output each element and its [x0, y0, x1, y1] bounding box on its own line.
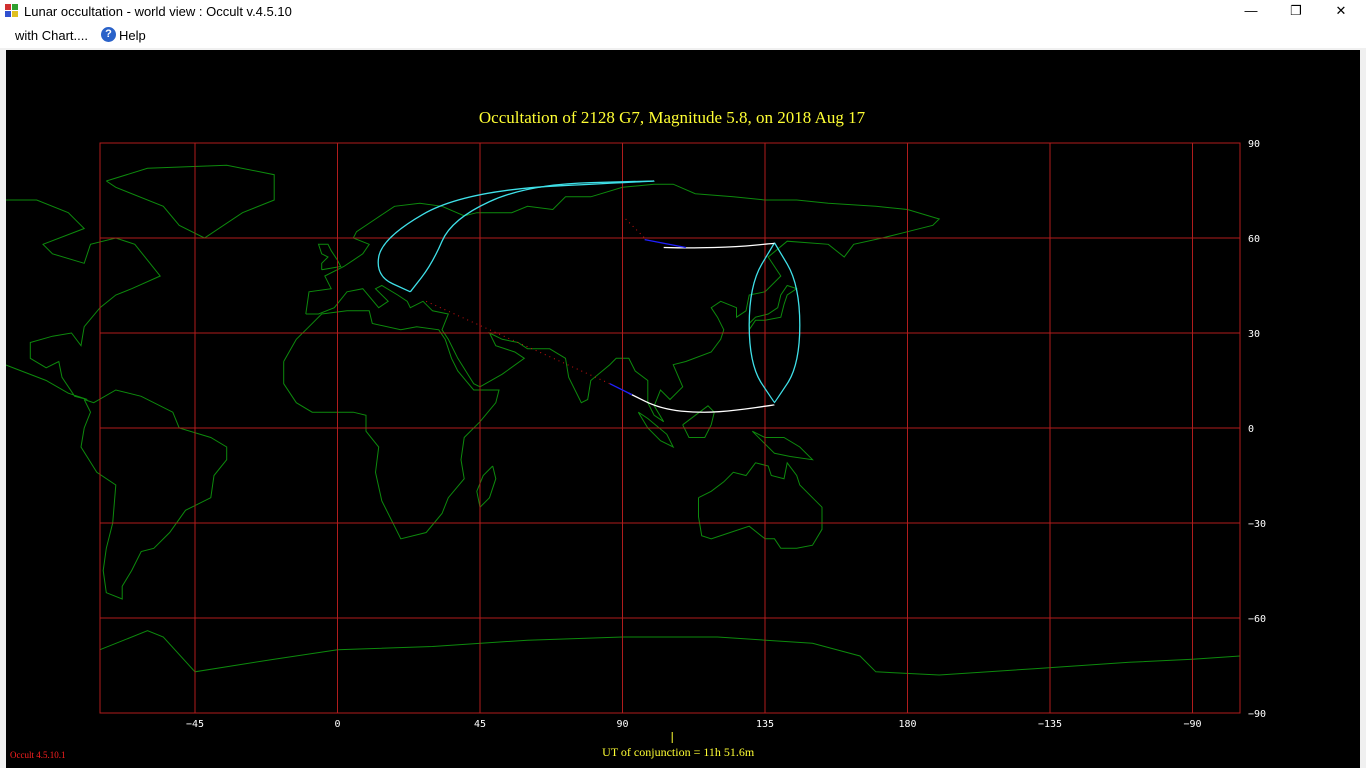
- world-view-canvas: Occultation of 2128 G7, Magnitude 5.8, o…: [6, 50, 1360, 768]
- map-grid: [99, 142, 1241, 714]
- title-bar: Lunar occultation - world view : Occult …: [0, 0, 1366, 24]
- menu-help[interactable]: Help: [119, 28, 146, 43]
- y-tick-label: 60: [1248, 234, 1260, 245]
- x-tick-label: −90: [1183, 719, 1201, 730]
- daylight-segment-north: [625, 218, 646, 239]
- maximize-button[interactable]: ❐: [1273, 0, 1319, 24]
- x-tick-label: 45: [474, 719, 486, 730]
- northern-limit-inner-curve: [409, 180, 655, 293]
- coastline-australia: [698, 461, 823, 549]
- x-tick-label: 0: [334, 719, 340, 730]
- coastline-antarctica: [99, 630, 1241, 676]
- x-tick-label: 135: [756, 719, 774, 730]
- y-tick-label: −90: [1248, 709, 1266, 720]
- occultation-paths: [377, 180, 801, 413]
- app-icon: [5, 4, 18, 17]
- x-tick-label: −45: [186, 719, 204, 730]
- coastline-north-america: [6, 199, 161, 400]
- version-label: Occult 4.5.10.1: [10, 750, 66, 760]
- coastline-japan: [748, 284, 798, 331]
- occultation-chart: Occultation of 2128 G7, Magnitude 5.8, o…: [6, 108, 1266, 759]
- eastern-limit-curve: [773, 242, 801, 404]
- x-tick-label: −135: [1038, 719, 1062, 730]
- y-tick-label: −30: [1248, 519, 1266, 530]
- coastline-new-guinea: [751, 430, 814, 461]
- coastline-borneo: [682, 405, 715, 438]
- coastline-greenland: [106, 164, 275, 239]
- minimize-button[interactable]: —: [1228, 0, 1274, 24]
- northern-limit-curve: [377, 180, 655, 293]
- y-tick-label: 0: [1248, 424, 1254, 435]
- axis-ticks: −45 0 45 90 135 180 −135 −90 90 60 30 0 −30 −60 −90: [186, 139, 1266, 730]
- chart-title: Occultation of 2128 G7, Magnitude 5.8, o…: [479, 108, 866, 127]
- x-tick-label: 180: [898, 719, 916, 730]
- y-tick-label: 30: [1248, 329, 1260, 340]
- y-tick-label: 90: [1248, 139, 1260, 150]
- help-icon: ?: [101, 27, 116, 42]
- daylight-segment-south: [425, 300, 611, 385]
- coastline-south-america: [80, 389, 228, 600]
- x-tick-label: 90: [616, 719, 628, 730]
- central-path-north: [663, 242, 776, 249]
- conjunction-label: UT of conjunction = 11h 51.6m: [602, 745, 755, 759]
- window-title: Lunar occultation - world view : Occult …: [24, 4, 292, 19]
- coastline-sumatra: [637, 411, 675, 449]
- western-limit-curve: [748, 242, 776, 404]
- menu-with-chart[interactable]: with Chart....: [15, 28, 88, 43]
- twilight-segment-north: [644, 238, 686, 249]
- menu-bar: with Chart.... Help: [0, 24, 1366, 48]
- y-tick-label: −60: [1248, 614, 1266, 625]
- coastline-africa: [283, 310, 500, 540]
- close-button[interactable]: ✕: [1318, 0, 1364, 24]
- twilight-segment-south: [609, 383, 633, 396]
